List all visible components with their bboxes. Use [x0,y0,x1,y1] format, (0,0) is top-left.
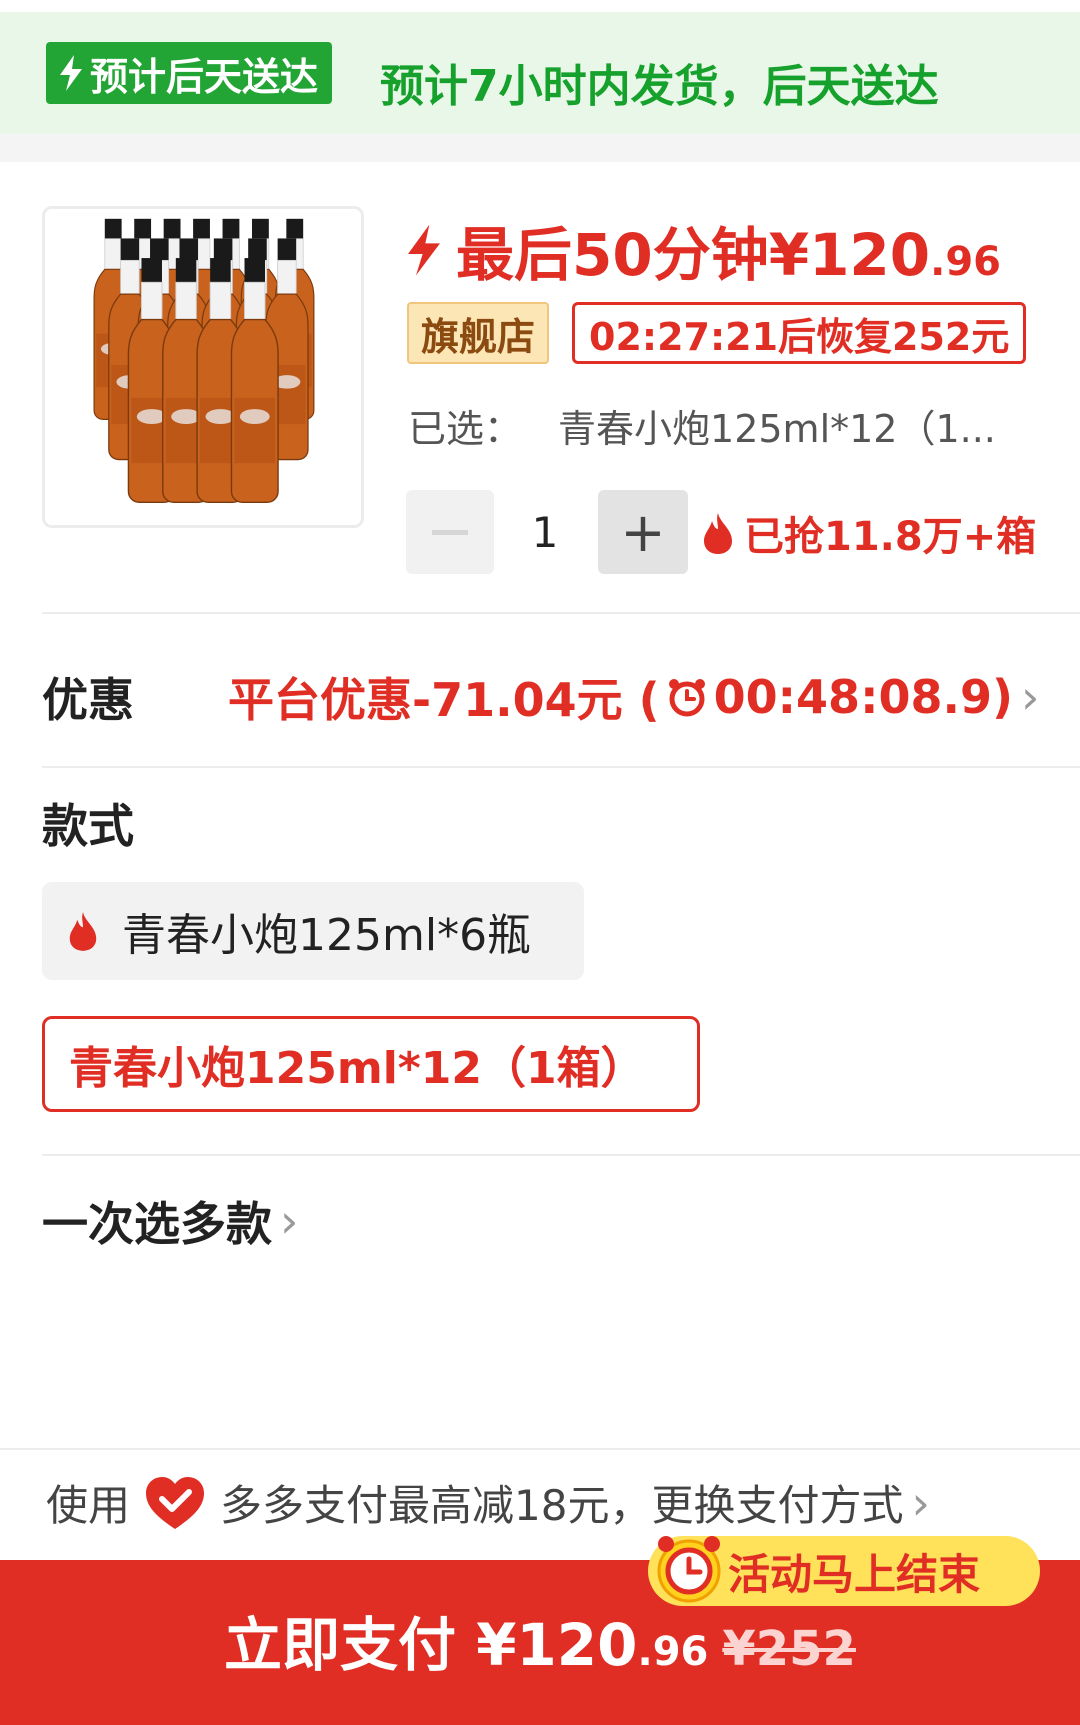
pay-price-decimal: .96 [637,1629,709,1675]
sold-text: 已抢11.8万+箱 [744,514,1037,560]
delivery-badge: 预计后天送达 [46,42,333,104]
chevron-right-icon: › [280,1194,299,1248]
divider [0,1448,1080,1450]
style-option-label: 青春小炮125ml*6瓶 [122,910,532,961]
discount-row[interactable]: 平台优惠-71.04元 ( 00:48:08.9) › [228,664,1039,730]
quantity-increase-button[interactable]: + [598,490,688,574]
promo-decimal: .96 [930,239,1001,285]
payment-method-row[interactable]: 使用 多多支付最高减18元，更换支付方式 › [46,1472,930,1533]
selected-value: 青春小炮125ml*12（1... [558,407,996,451]
pay-now-content[interactable]: 立即支付 ¥120 .96 ¥252 [0,1598,1080,1682]
quantity-value[interactable]: 1 [510,490,580,574]
delivery-text: 预计7小时内发货，后天送达 [380,61,939,112]
quantity-decrease-button[interactable] [406,490,494,574]
delivery-banner: 预计后天送达 预计7小时内发货，后天送达 [0,12,1080,134]
payment-text: 多多支付最高减18元，更换支付方式 [220,1481,904,1530]
discount-label: 优惠 [42,673,134,727]
restore-countdown: 02:27:21后恢复252元 [572,302,1027,364]
pay-price: ¥120 [476,1611,638,1679]
section-separator [0,134,1080,162]
alarm-clock-icon [657,1536,721,1603]
promo-price: 最后50分钟¥120 .96 [404,208,1001,292]
bottles-image [45,209,361,525]
divider [42,612,1080,614]
flame-icon [69,912,97,951]
store-badge: 旗舰店 [407,302,550,364]
style-label: 款式 [42,799,134,853]
divider [42,1154,1080,1156]
lightning-icon [60,55,82,91]
ending-soon-text: 活动马上结束 [728,1549,981,1599]
duoduo-pay-heart-icon [146,1476,205,1529]
minus-icon [432,529,468,535]
divider [42,766,1080,768]
selected-variant: 已选： 青春小炮125ml*12（1... [408,398,1048,453]
sold-count: 已抢11.8万+箱 [700,504,1036,562]
style-option-label: 青春小炮125ml*12（1箱） [69,1043,645,1094]
chevron-right-icon: › [1020,670,1040,724]
discount-timer: 00:48:08.9) [713,670,1013,724]
multi-select-label: 一次选多款 [42,1197,272,1251]
flame-icon [704,513,732,554]
style-option-6-bottles[interactable]: 青春小炮125ml*6瓶 [42,882,584,980]
promo-label: 最后50分钟¥120 [456,221,931,289]
discount-text: 平台优惠-71.04元 ( [228,673,660,727]
delivery-badge-text: 预计后天送达 [90,54,319,99]
ending-soon-badge: 活动马上结束 [648,1536,1040,1606]
pay-now-label: 立即支付 [224,1611,457,1679]
selected-label: 已选： [408,407,523,451]
original-price: ¥252 [722,1621,856,1677]
multi-select-link[interactable]: 一次选多款 › [42,1188,298,1254]
payment-use-label: 使用 [46,1481,131,1530]
product-image[interactable] [42,206,364,528]
chevron-right-icon: › [911,1475,930,1530]
alarm-clock-icon [668,679,705,717]
style-option-12-bottles[interactable]: 青春小炮125ml*12（1箱） [42,1016,700,1112]
lightning-icon [408,224,440,276]
